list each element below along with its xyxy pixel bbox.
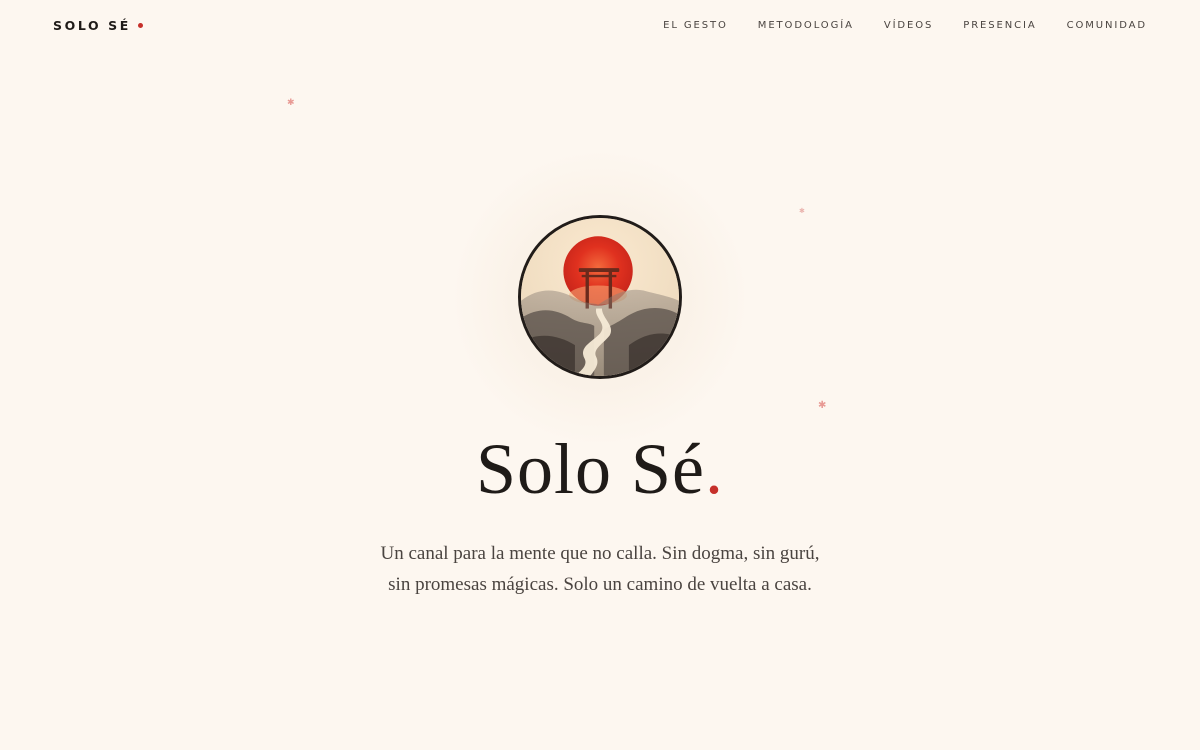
torii-gate-sunset-logo-icon xyxy=(518,215,682,379)
nav-item-videos[interactable]: VÍDEOS xyxy=(884,20,933,31)
hero-title-text: Solo Sé xyxy=(475,429,706,509)
nav-item-comunidad[interactable]: COMUNIDAD xyxy=(1067,20,1147,31)
hero-subtitle-line-1: Un canal para la mente que no calla. Sin… xyxy=(380,543,820,564)
nav-item-metodologia[interactable]: METODOLOGÍA xyxy=(758,20,854,31)
brand-dot-icon xyxy=(137,23,143,28)
landing-page: SOLO SÉ EL GESTO METODOLOGÍA VÍDEOS PRES… xyxy=(0,0,1200,750)
sparkle-icon: ✱ xyxy=(287,98,295,108)
hero-title-dot: . xyxy=(705,429,725,509)
nav-item-presencia[interactable]: PRESENCIA xyxy=(963,20,1036,31)
nav-item-el-gesto[interactable]: EL GESTO xyxy=(663,20,728,31)
sparkle-icon: ✱ xyxy=(799,207,805,215)
site-header: SOLO SÉ EL GESTO METODOLOGÍA VÍDEOS PRES… xyxy=(0,0,1200,50)
sparkle-icon: ✱ xyxy=(818,400,827,411)
hero-subtitle: Un canal para la mente que no calla. Sin… xyxy=(350,538,850,600)
main-nav: EL GESTO METODOLOGÍA VÍDEOS PRESENCIA CO… xyxy=(663,20,1147,31)
brand-logo-link[interactable]: SOLO SÉ xyxy=(53,18,143,33)
hero-subtitle-line-2: sin promesas mágicas. Solo un camino de … xyxy=(388,574,812,595)
hero-title: Solo Sé. xyxy=(0,428,1200,511)
brand-name: SOLO SÉ xyxy=(53,17,131,33)
